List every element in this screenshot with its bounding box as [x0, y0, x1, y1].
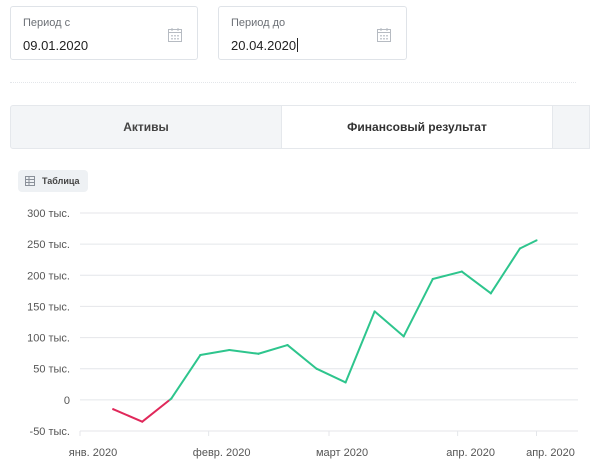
data-point	[286, 344, 289, 347]
date-to-input[interactable]: 20.04.2020	[231, 38, 299, 53]
data-point	[257, 352, 260, 355]
table-icon	[25, 176, 35, 186]
series-segment	[315, 367, 347, 384]
series-segment	[402, 278, 434, 338]
chart-grid	[80, 212, 578, 432]
series-segment	[228, 349, 260, 355]
text-caret	[297, 38, 299, 52]
tab-assets[interactable]: Активы	[11, 106, 281, 148]
y-tick-label: 200 тыс.	[27, 270, 70, 282]
data-point	[518, 247, 521, 250]
y-tick-label: 150 тыс.	[27, 301, 70, 313]
data-point	[431, 278, 434, 281]
date-from-label: Период с	[23, 17, 71, 29]
data-point	[170, 397, 173, 400]
date-from-field[interactable]: Период с 09.01.2020	[10, 6, 198, 60]
data-point	[228, 349, 231, 352]
series-segment	[373, 310, 405, 338]
data-point	[535, 239, 538, 242]
data-point	[460, 270, 463, 273]
data-point	[373, 310, 376, 313]
date-to-value: 20.04.2020	[231, 38, 297, 53]
x-axis-ticks: янв. 2020 февр. 2020 март 2020 апр. 2020 апр…	[69, 431, 575, 459]
chart-series	[112, 239, 538, 423]
data-point	[489, 292, 492, 295]
series-segment	[170, 354, 202, 400]
data-point	[141, 420, 144, 423]
x-tick-label: апр. 2020	[446, 447, 495, 459]
series-segment	[344, 310, 376, 384]
date-to-field[interactable]: Период до 20.04.2020	[218, 6, 407, 60]
tab-bar: Активы Финансовый результат	[10, 105, 590, 149]
y-tick-label: 100 тыс.	[27, 333, 70, 345]
data-point	[344, 381, 347, 384]
data-point	[315, 367, 318, 370]
y-tick-label: -50 тыс.	[30, 426, 70, 438]
x-tick-label: апр. 2020	[526, 447, 575, 459]
y-tick-label: 250 тыс.	[27, 239, 70, 251]
x-tick-label: февр. 2020	[193, 447, 251, 459]
section-divider	[10, 82, 576, 83]
data-point	[402, 335, 405, 338]
series-segment	[199, 349, 231, 357]
date-to-label: Период до	[231, 17, 286, 29]
table-view-button[interactable]: Таблица	[18, 170, 88, 192]
data-point	[112, 408, 115, 411]
calendar-icon[interactable]	[167, 27, 183, 43]
calendar-icon[interactable]	[376, 27, 392, 43]
table-button-label: Таблица	[42, 176, 80, 186]
y-tick-label: 50 тыс.	[33, 364, 70, 376]
y-tick-label: 0	[64, 395, 70, 407]
financial-result-chart: 300 тыс. 250 тыс. 200 тыс. 150 тыс. 100 тыс.…	[27, 208, 578, 459]
x-tick-label: март 2020	[316, 447, 368, 459]
y-axis-ticks: 300 тыс. 250 тыс. 200 тыс. 150 тыс. 100 тыс.…	[27, 208, 70, 438]
data-point	[199, 354, 202, 357]
series-segment	[112, 408, 144, 423]
tab-financial-result[interactable]: Финансовый результат	[281, 106, 553, 148]
x-tick-label: янв. 2020	[69, 447, 117, 459]
series-segment	[286, 344, 318, 370]
series-segment	[489, 247, 521, 295]
series-segment	[141, 398, 171, 423]
y-tick-label: 300 тыс.	[27, 208, 70, 220]
date-from-input[interactable]: 09.01.2020	[23, 38, 88, 53]
series-segment	[257, 344, 289, 355]
